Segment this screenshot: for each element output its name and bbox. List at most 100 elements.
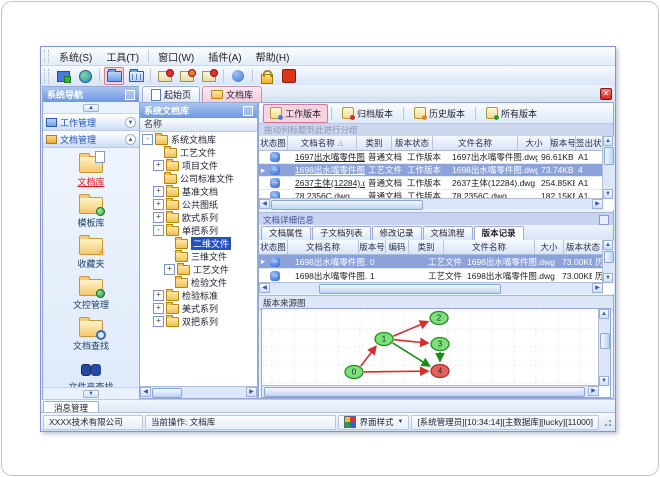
version-button-2[interactable]: 历史版本 [407, 104, 472, 123]
scroll-left-icon[interactable]: ◀ [259, 283, 270, 293]
column-header[interactable]: 版本状态 [392, 136, 433, 150]
scroll-down-icon[interactable]: ▼ [603, 189, 613, 199]
sidebar-item-3[interactable]: 文控管理 [73, 275, 109, 311]
scroll-down-icon[interactable]: ▼ [603, 273, 613, 283]
tree-node-7[interactable]: - 单把系列 [140, 223, 257, 237]
tree-node-13[interactable]: + 美式系列 [140, 301, 257, 315]
version-graph-canvas[interactable]: 0 1 2 3 4 [262, 309, 598, 384]
detail-table-hscrollbar[interactable]: ◀ ▶ [259, 282, 603, 294]
toolbar-grip[interactable] [44, 69, 49, 83]
help-icon-button[interactable] [228, 67, 248, 85]
scroll-down-button[interactable]: ▼ [83, 389, 99, 398]
table-row[interactable]: →1698出水嘴零件图.dwg1工艺文件1698出水嘴零件图.dwg73.00K… [259, 269, 603, 283]
tree-expander[interactable]: + [153, 212, 164, 223]
column-header[interactable]: 大小 [518, 136, 551, 150]
graph-vscrollbar[interactable]: ▲ ▼ [598, 309, 610, 386]
column-header[interactable]: 版本号 [551, 136, 576, 150]
chevron-down-icon[interactable]: ▼ [125, 117, 136, 128]
tree-node-2[interactable]: + 项目文件 [140, 158, 257, 172]
scroll-left-icon[interactable]: ◀ [140, 387, 151, 397]
column-header[interactable]: 签出状态 [576, 136, 603, 150]
sidebar-item-5[interactable]: 文件夹查找 [68, 357, 114, 387]
scroll-thumb[interactable] [264, 387, 585, 397]
tree-expander[interactable]: + [153, 316, 164, 327]
scroll-up-icon[interactable]: ▲ [603, 136, 613, 146]
scroll-up-icon[interactable]: ▲ [603, 240, 613, 250]
column-header[interactable]: 文件名称 [444, 240, 535, 254]
mail-del-icon-button[interactable] [199, 67, 219, 85]
tree-expander[interactable]: + [153, 199, 164, 210]
version-button-3[interactable]: 所有版本 [479, 104, 544, 123]
lock-icon-button[interactable] [257, 67, 277, 85]
pin-icon[interactable] [125, 89, 135, 100]
scroll-thumb[interactable] [600, 333, 610, 349]
scroll-down-icon[interactable]: ▼ [599, 376, 609, 386]
tree-expander[interactable]: + [153, 186, 164, 197]
table-row[interactable]: →1697出水嘴零件图.dwg普通文档工作版本1697出水嘴零件图.dwg96.… [259, 151, 603, 164]
mail-new-icon-button[interactable] [155, 67, 175, 85]
scroll-up-icon[interactable]: ▲ [599, 309, 609, 319]
tree-expander[interactable]: + [153, 290, 164, 301]
power-icon-button[interactable] [279, 67, 299, 85]
tree-node-6[interactable]: + 欧式系列 [140, 210, 257, 224]
sidebar-group-work[interactable]: 工作管理 ▼ [43, 114, 139, 131]
sidebar-item-1[interactable]: 模板库 [77, 193, 105, 229]
column-header[interactable]: 状态图 [259, 136, 288, 150]
graph-hscrollbar[interactable]: ▶ [262, 385, 599, 397]
ui-style-dropdown[interactable]: 界面样式 ▼ [338, 414, 410, 430]
tree-node-14[interactable]: + 双把系列 [140, 314, 257, 328]
table-row[interactable]: ▸→1698出水嘴零件图.dwg工艺文件工作版本1698出水嘴零件图.dwg73… [259, 164, 603, 177]
column-header[interactable]: 版本状态 [564, 240, 603, 254]
detail-tab-2[interactable]: 修改记录 [371, 226, 422, 240]
column-header[interactable]: 文件名称 [433, 136, 518, 150]
scroll-thumb[interactable] [319, 284, 501, 294]
tree-node-10[interactable]: + 工艺文件 [140, 262, 257, 276]
tab-1[interactable]: 文档库 [202, 86, 263, 102]
pin-icon[interactable] [243, 105, 253, 116]
detail-table-vscrollbar[interactable]: ▲ ▼ [602, 240, 614, 283]
tab-0[interactable]: 起始页 [142, 86, 201, 102]
column-header[interactable]: 类别 [409, 240, 444, 254]
detail-tab-3[interactable]: 文档流程 [422, 226, 473, 240]
tree-node-11[interactable]: 检验文件 [140, 275, 257, 289]
tree-hscrollbar[interactable]: ◀ ▶ [140, 386, 257, 398]
column-header[interactable]: 编码 [386, 240, 409, 254]
tree-node-4[interactable]: + 基准文档 [140, 184, 257, 198]
scroll-thumb[interactable] [152, 388, 182, 398]
scroll-up-button[interactable]: ▲ [83, 103, 99, 112]
tree-node-5[interactable]: + 公共图纸 [140, 197, 257, 211]
scroll-right-icon[interactable]: ▶ [592, 199, 603, 209]
table-row[interactable]: →2637主体(12284).dwg普通文档工作版本2637主体(12284).… [259, 177, 603, 190]
sidebar-item-4[interactable]: 文档查找 [73, 316, 109, 352]
tree-expander[interactable]: - [142, 134, 153, 145]
main-table-hscrollbar[interactable]: ◀ ▶ [259, 198, 603, 210]
menu-item-3[interactable]: 窗口(W) [151, 48, 201, 65]
column-header[interactable]: 大小 [535, 240, 564, 254]
column-header[interactable]: 文档名称 [288, 240, 359, 254]
column-header[interactable]: 类别 [357, 136, 392, 150]
tree-node-1[interactable]: 工艺文件 [140, 145, 257, 159]
version-button-0[interactable]: 工作版本 [263, 103, 329, 123]
globe-icon-button[interactable] [75, 67, 95, 85]
scroll-thumb[interactable] [604, 251, 614, 263]
menubar-grip[interactable] [44, 49, 49, 63]
scroll-thumb[interactable] [604, 147, 614, 165]
column-header[interactable]: 文档名称 △ [288, 136, 357, 150]
tree-node-12[interactable]: + 检验标准 [140, 288, 257, 302]
tree-expander[interactable]: + [153, 160, 164, 171]
menu-item-5[interactable]: 帮助(H) [249, 48, 297, 65]
sidebar-item-2[interactable]: 收藏夹 [77, 234, 106, 270]
detail-tab-0[interactable]: 文档属性 [261, 226, 312, 240]
scroll-left-icon[interactable]: ◀ [259, 199, 270, 209]
detail-tab-1[interactable]: 子文档列表 [312, 226, 371, 240]
scroll-right-icon[interactable]: ▶ [588, 386, 599, 396]
detail-tab-4[interactable]: 版本记录 [473, 226, 524, 240]
tree-expander[interactable]: + [153, 303, 164, 314]
tree-node-8[interactable]: 二维文件 [140, 236, 257, 250]
column-header[interactable]: 状态图 [259, 240, 288, 254]
version-button-1[interactable]: 归档版本 [335, 104, 400, 123]
folder-open-icon-button[interactable] [104, 67, 124, 85]
folder-grid-icon-button[interactable] [126, 67, 146, 85]
tree-node-0[interactable]: - 系统文档库 [140, 132, 257, 146]
menu-item-0[interactable]: 系统(S) [52, 48, 99, 65]
